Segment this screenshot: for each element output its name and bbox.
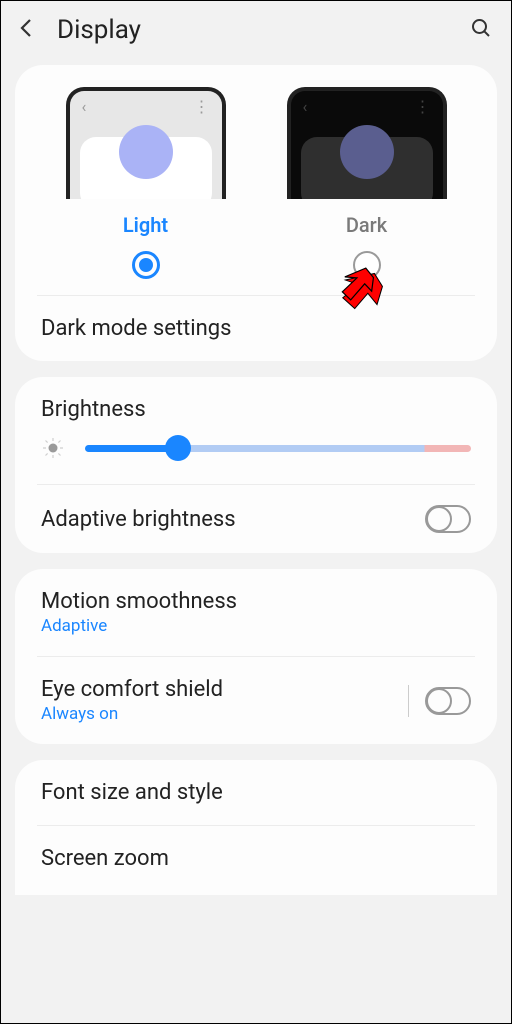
light-preview: ‹⋮ xyxy=(66,87,226,199)
page-title: Display xyxy=(57,15,469,45)
search-icon[interactable] xyxy=(469,16,493,44)
screen-zoom-label: Screen zoom xyxy=(41,846,169,871)
eye-comfort-value: Always on xyxy=(41,704,223,724)
sun-icon xyxy=(41,436,65,460)
brightness-title: Brightness xyxy=(41,397,146,422)
theme-row: ‹⋮ Light ‹⋮ Dark xyxy=(15,65,497,295)
adaptive-brightness-row[interactable]: Adaptive brightness xyxy=(15,485,497,553)
dark-mode-settings-row[interactable]: Dark mode settings xyxy=(15,296,497,361)
brightness-slider[interactable] xyxy=(85,445,471,452)
annotation-arrow-main xyxy=(331,265,379,313)
brightness-title-row: Brightness xyxy=(15,377,497,426)
motion-smoothness-value: Adaptive xyxy=(41,616,237,636)
header: Display xyxy=(1,1,511,55)
radio-light[interactable] xyxy=(132,251,160,279)
font-zoom-card: Font size and style Screen zoom xyxy=(15,760,497,895)
font-size-row[interactable]: Font size and style xyxy=(15,760,497,825)
dark-preview: ‹⋮ xyxy=(287,87,447,199)
motion-smoothness-row[interactable]: Motion smoothness Adaptive xyxy=(15,569,497,656)
eye-comfort-toggle[interactable] xyxy=(425,687,471,715)
theme-option-dark[interactable]: ‹⋮ Dark xyxy=(282,87,452,289)
brightness-slider-thumb[interactable] xyxy=(165,435,191,461)
motion-smoothness-label: Motion smoothness xyxy=(41,589,237,614)
toggle-separator xyxy=(408,685,409,717)
theme-card: ‹⋮ Light ‹⋮ Dark xyxy=(15,65,497,361)
brightness-slider-row xyxy=(15,426,497,484)
display-options-card: Motion smoothness Adaptive Eye comfort s… xyxy=(15,569,497,744)
brightness-card: Brightness Adaptive brightness xyxy=(15,377,497,553)
eye-comfort-toggle-wrap xyxy=(408,685,471,717)
adaptive-brightness-label: Adaptive brightness xyxy=(41,507,236,532)
font-size-label: Font size and style xyxy=(41,780,223,805)
theme-option-light[interactable]: ‹⋮ Light xyxy=(61,87,231,289)
light-label: Light xyxy=(123,213,168,237)
screen-zoom-row[interactable]: Screen zoom xyxy=(15,826,497,895)
dark-label: Dark xyxy=(346,213,387,237)
eye-comfort-row[interactable]: Eye comfort shield Always on xyxy=(15,657,497,744)
back-icon[interactable] xyxy=(15,16,39,44)
dark-mode-settings-label: Dark mode settings xyxy=(41,316,231,341)
eye-comfort-label: Eye comfort shield xyxy=(41,677,223,702)
adaptive-brightness-toggle[interactable] xyxy=(425,505,471,533)
